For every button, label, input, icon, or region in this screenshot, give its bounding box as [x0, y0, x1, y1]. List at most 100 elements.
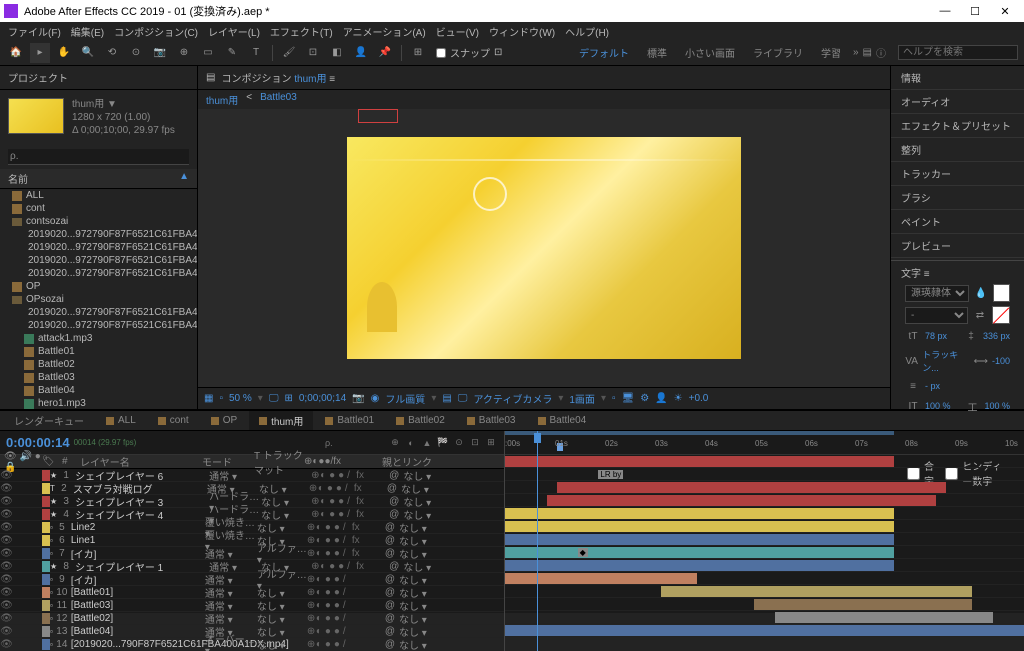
blend-mode[interactable]: オーバー… ▾: [205, 631, 257, 651]
visibility-toggle[interactable]: 👁: [2, 471, 11, 480]
workspace-tab[interactable]: ライブラリ: [745, 43, 811, 62]
close-button[interactable]: ✕: [990, 5, 1020, 18]
tl-icon-5[interactable]: ⊙: [452, 436, 466, 450]
pickwhip-icon[interactable]: @: [387, 483, 397, 494]
panel-collapsed[interactable]: プレビュー: [891, 234, 1024, 258]
track-matte[interactable]: なし ▾: [257, 637, 307, 651]
view-icon-3[interactable]: ⚙: [640, 393, 649, 404]
zoom-value[interactable]: 50 %: [229, 393, 252, 404]
pickwhip-icon[interactable]: @: [385, 548, 395, 559]
timeline-tab[interactable]: Battle02: [386, 413, 455, 428]
name-column[interactable]: 名前: [8, 171, 28, 186]
layer-name[interactable]: Line1: [71, 535, 205, 546]
views-dropdown[interactable]: 1画面: [569, 391, 595, 406]
preview-viewport[interactable]: [198, 109, 890, 387]
pickwhip-icon[interactable]: @: [385, 600, 395, 611]
workspace-tab[interactable]: 小さい画面: [677, 43, 743, 62]
visibility-toggle[interactable]: 👁: [2, 523, 11, 532]
tree-item[interactable]: attack1.mp3: [0, 332, 197, 345]
eyedropper-icon[interactable]: 💧: [973, 285, 989, 301]
layer-color[interactable]: [42, 600, 50, 611]
tree-item[interactable]: 2019020...972790F87F6521C61FBA400A1DX.mp…: [0, 306, 197, 319]
panel-collapsed[interactable]: エフェクト＆プリセット: [891, 114, 1024, 138]
comp-thumbnail[interactable]: [8, 98, 64, 134]
menu-item[interactable]: エフェクト(T): [266, 24, 337, 39]
visibility-toggle[interactable]: 👁: [2, 627, 11, 636]
time-ruler[interactable]: :00s01s02s03s04s05s06s07s08s09s10s: [505, 431, 1024, 455]
layer-color[interactable]: [42, 522, 50, 533]
clone-tool[interactable]: ⊡: [303, 43, 323, 63]
stroke-width[interactable]: - px: [925, 381, 940, 391]
layer-color[interactable]: [42, 483, 50, 494]
timeline-tab[interactable]: OP: [201, 413, 247, 428]
view-icon-2[interactable]: 🖥: [622, 393, 635, 404]
exposure-value[interactable]: +0.0: [689, 393, 709, 404]
brush-tool[interactable]: 🖌: [279, 43, 299, 63]
layer-color[interactable]: [42, 509, 50, 520]
menu-item[interactable]: 編集(E): [67, 24, 108, 39]
project-tab[interactable]: プロジェクト: [0, 66, 197, 90]
sort-icon[interactable]: ▲: [179, 171, 189, 186]
pickwhip-icon[interactable]: @: [389, 470, 399, 481]
rotate-tool[interactable]: ⊙: [126, 43, 146, 63]
pickwhip-icon[interactable]: @: [385, 535, 395, 546]
layer-bar[interactable]: [505, 521, 894, 532]
layer-name[interactable]: [Battle03]: [71, 600, 205, 611]
breadcrumb-1[interactable]: thum用: [206, 92, 238, 107]
kerning[interactable]: トラッキン...: [922, 348, 965, 374]
layer-color[interactable]: [42, 496, 50, 507]
layer-name[interactable]: Line2: [71, 522, 205, 533]
tl-icon-1[interactable]: ⊕: [388, 436, 402, 450]
snap-icon[interactable]: ⊡: [494, 47, 502, 58]
menu-item[interactable]: ファイル(F): [4, 24, 65, 39]
res-icon[interactable]: 🖵: [269, 393, 279, 404]
layer-color[interactable]: [42, 626, 50, 637]
layer-bar[interactable]: [754, 599, 972, 610]
panel-collapsed[interactable]: ブラシ: [891, 186, 1024, 210]
visibility-toggle[interactable]: 👁: [2, 575, 11, 584]
vscale[interactable]: 100 %: [925, 401, 951, 411]
quality-dropdown[interactable]: フル画質: [385, 391, 425, 406]
workspace-tab[interactable]: 学習: [813, 43, 849, 62]
guides-icon[interactable]: ⊞: [284, 393, 292, 404]
layer-search[interactable]: [324, 437, 384, 449]
layer-bar[interactable]: [505, 560, 894, 571]
layer-bar[interactable]: [547, 495, 936, 506]
layer-bar[interactable]: [661, 586, 972, 597]
layer-color[interactable]: [42, 561, 50, 572]
eraser-tool[interactable]: ◧: [327, 43, 347, 63]
menu-item[interactable]: レイヤー(L): [204, 24, 264, 39]
time-display[interactable]: 0;00;00;14: [299, 393, 346, 404]
hscale[interactable]: 100 %: [984, 401, 1010, 411]
snap-checkbox[interactable]: [436, 48, 446, 58]
layer-bar[interactable]: [505, 534, 894, 545]
layer-bar[interactable]: [505, 508, 894, 519]
workspace-tab[interactable]: 標準: [639, 43, 675, 62]
layer-color[interactable]: [42, 587, 50, 598]
tree-item[interactable]: OPsozai: [0, 293, 197, 306]
tree-item[interactable]: 2019020...972790F87F6521C61FBA400A1DX.mp…: [0, 228, 197, 241]
layer-bar[interactable]: [557, 482, 946, 493]
transparency-icon[interactable]: ▤: [442, 393, 451, 404]
layer-color[interactable]: [42, 613, 50, 624]
roto-tool[interactable]: 👤: [351, 43, 371, 63]
tree-item[interactable]: Battle03: [0, 371, 197, 384]
tree-item[interactable]: Battle04: [0, 384, 197, 397]
panel-collapsed[interactable]: トラッカー: [891, 162, 1024, 186]
visibility-toggle[interactable]: 👁: [2, 536, 11, 545]
panel-collapsed[interactable]: 整列: [891, 138, 1024, 162]
timeline-tab[interactable]: cont: [148, 413, 199, 428]
3d-icon[interactable]: 🖵: [458, 393, 468, 404]
panel-collapsed[interactable]: オーディオ: [891, 90, 1024, 114]
exposure-icon[interactable]: ☀: [674, 393, 683, 404]
layer-color[interactable]: [42, 535, 50, 546]
minimize-button[interactable]: —: [930, 5, 960, 17]
timeline-tab[interactable]: レンダーキュー: [4, 411, 94, 430]
zoom-tool[interactable]: 🔍: [78, 43, 98, 63]
work-area[interactable]: [505, 431, 894, 435]
workspace-tab[interactable]: デフォルト: [571, 43, 637, 62]
leading[interactable]: 336 px: [983, 331, 1010, 341]
pickwhip-icon[interactable]: @: [389, 509, 399, 520]
panel-menu-icon[interactable]: ▤: [863, 47, 872, 58]
visibility-toggle[interactable]: 👁: [2, 601, 11, 610]
